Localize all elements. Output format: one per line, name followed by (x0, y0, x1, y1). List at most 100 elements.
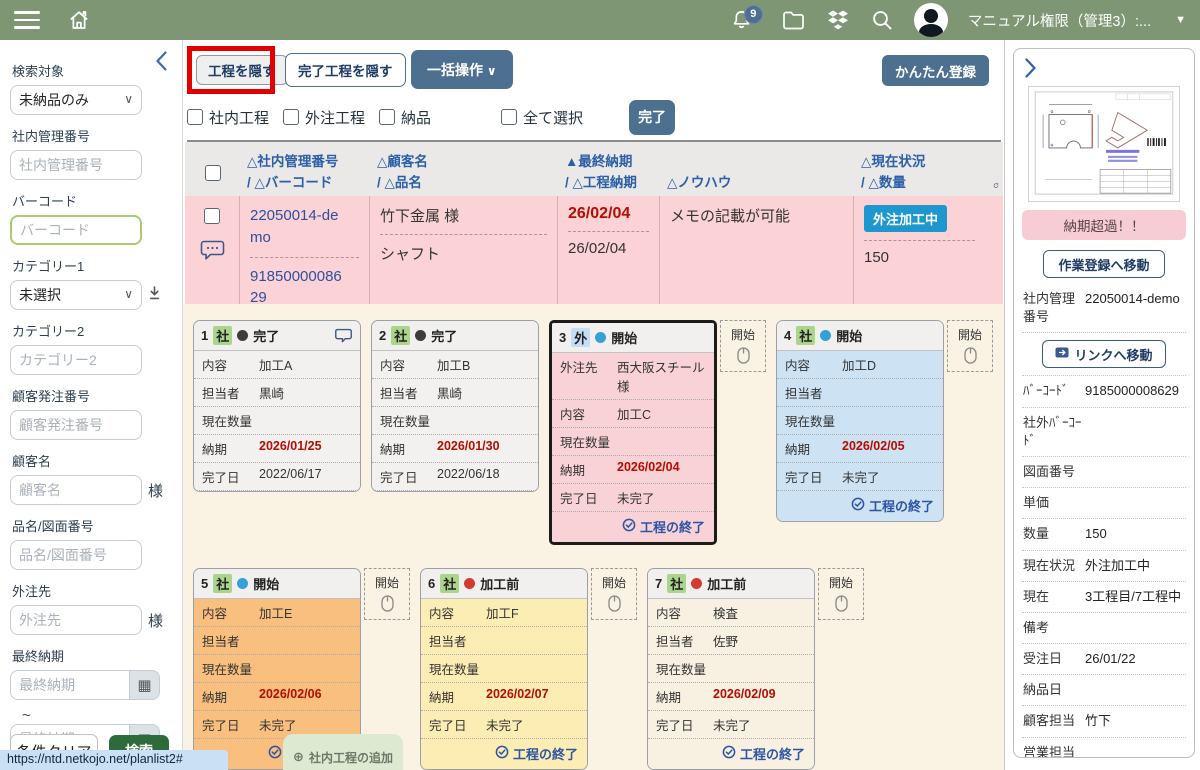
end-process-label: 工程の終了 (513, 744, 578, 763)
start-process-button[interactable]: 開始 (364, 568, 410, 620)
card-field-value: 加工A (259, 355, 352, 374)
detail-value (1085, 619, 1185, 637)
easy-register-button[interactable]: かんたん登録 (882, 55, 989, 86)
home-icon[interactable] (66, 7, 92, 33)
input-suffix-label: 様 (148, 610, 163, 631)
barcode-link[interactable]: 9185000008629 (250, 266, 346, 310)
column-header-customer[interactable]: △顧客名/ △品名 (369, 142, 557, 202)
card-field-value (486, 659, 579, 678)
field-label: バーコード (12, 191, 172, 210)
end-process-link[interactable]: 工程の終了 (777, 491, 943, 521)
user-role-label: マニュアル権限（管理3）:... (968, 10, 1151, 31)
filter-input[interactable] (10, 410, 142, 440)
notifications-bell-icon[interactable]: 9 (730, 9, 753, 32)
card-field-row: 現在数量 (552, 428, 714, 456)
card-field-value: 2026/02/04 (617, 460, 706, 479)
field-row (10, 540, 172, 570)
calendar-icon[interactable]: ▦ (130, 670, 160, 700)
hide-process-button[interactable]: 工程を隠す (196, 55, 288, 85)
checkbox-internal-process[interactable]: 社内工程 (187, 107, 269, 128)
process-card-6[interactable]: 6社加工前内容加工F担当者現在数量納期2026/02/07完了日未完了工程の終了 (420, 568, 588, 770)
menu-icon[interactable] (14, 11, 40, 28)
start-process-button[interactable]: 開始 (591, 568, 637, 620)
folder-icon[interactable] (781, 9, 806, 31)
card-field-label: 完了日 (380, 467, 437, 486)
process-card-4[interactable]: 4社開始内容加工D担当者現在数量納期2026/02/05完了日未完了工程の終了 (776, 320, 944, 522)
expand-down-icon[interactable] (148, 286, 161, 305)
mouse-icon (964, 347, 977, 367)
start-process-button[interactable]: 開始 (947, 320, 993, 372)
process-card-7[interactable]: 7社加工前内容検査担当者佐野現在数量納期2026/02/09完了日未完了工程の終… (647, 568, 815, 770)
checkbox-select-all[interactable]: 全て選択 (501, 107, 583, 128)
internal-tag: 社 (391, 326, 410, 345)
filter-select[interactable]: 未納品のみ (10, 85, 142, 115)
refresh-icon[interactable] (985, 142, 1005, 202)
detail-label: 受注日 (1023, 650, 1085, 668)
filter-input[interactable] (10, 475, 142, 505)
go-to-work-register-button[interactable]: 作業登録へ移動 (1043, 250, 1165, 278)
dropbox-icon[interactable] (826, 9, 850, 31)
process-card-1[interactable]: 1社完了内容加工A担当者黒崎現在数量納期2026/01/25完了日2022/06… (193, 320, 361, 492)
card-field-label: 担当者 (656, 631, 713, 650)
comment-bubble-icon[interactable] (334, 327, 353, 344)
search-filter-sidebar: 検索対象未納品のみ∨社内管理番号バーコードカテゴリー1未選択∨カテゴリー2顧客発… (0, 40, 183, 770)
column-header-status[interactable]: △現在状況/ △数量 (853, 142, 985, 202)
checkbox-delivery[interactable]: 納品 (379, 107, 431, 128)
filter-input[interactable] (10, 605, 142, 635)
card-field-value: 加工B (437, 355, 530, 374)
process-card-2[interactable]: 2社完了内容加工B担当者黒崎現在数量納期2026/01/30完了日2022/06… (371, 320, 539, 492)
process-number: 6 (428, 576, 435, 591)
filter-input[interactable] (10, 215, 142, 245)
internal-tag: 社 (667, 574, 686, 593)
filter-select[interactable]: 未選択 (10, 280, 142, 310)
detail-value (1085, 463, 1185, 481)
process-card-unit: 6社加工前内容加工F担当者現在数量納期2026/02/07完了日未完了工程の終了… (420, 568, 637, 770)
status-dot (691, 578, 702, 589)
comment-bubble-icon[interactable] (199, 238, 226, 266)
expand-panel-icon[interactable] (1024, 57, 1186, 84)
complete-button[interactable]: 完了 (629, 100, 675, 135)
filter-input[interactable] (10, 345, 142, 375)
chevron-down-icon[interactable]: ▼ (1175, 14, 1186, 26)
filter-input[interactable] (10, 150, 142, 180)
card-field-label: 完了日 (656, 715, 713, 734)
column-header-due[interactable]: ▲最終納期/ △工程納期 (557, 142, 659, 202)
table-row[interactable]: 22050014-demo 9185000008629 竹下金属 様 シャフト … (185, 196, 1003, 318)
checkbox-external-process[interactable]: 外注工程 (283, 107, 365, 128)
card-field-row: 担当者 (421, 627, 587, 655)
process-card-3[interactable]: 3外開始外注先西大阪スチール様内容加工C現在数量納期2026/02/04完了日未… (549, 320, 717, 545)
detail-row: 備考 (1022, 613, 1186, 644)
process-card-body: 内容加工F担当者現在数量納期2026/02/07完了日未完了工程の終了 (421, 599, 587, 769)
end-process-link[interactable]: 工程の終了 (421, 739, 587, 769)
start-process-button[interactable]: 開始 (818, 568, 864, 620)
column-header-knowhow[interactable]: △ノウハウ (659, 142, 853, 202)
product-name: シャフト (380, 243, 547, 264)
row-checkbox[interactable] (204, 208, 220, 224)
filter-input[interactable] (10, 540, 142, 570)
range-separator: ~ (22, 707, 172, 724)
date-input[interactable] (10, 670, 130, 700)
add-internal-process-button[interactable]: ⊕ 社内工程の追加 (283, 734, 403, 770)
process-card-header: 7社加工前 (648, 569, 814, 599)
column-header-id[interactable]: △社内管理番号/ △バーコード (239, 142, 369, 202)
hide-completed-process-button[interactable]: 完了工程を隠す (285, 53, 406, 87)
collapse-sidebar-icon[interactable] (155, 50, 168, 77)
process-card-unit: 4社開始内容加工D担当者現在数量納期2026/02/05完了日未完了工程の終了開… (776, 320, 993, 522)
card-field-label: 現在数量 (656, 659, 713, 678)
user-avatar[interactable] (914, 3, 948, 37)
card-field-label: 完了日 (560, 488, 617, 507)
end-process-link[interactable]: 工程の終了 (552, 512, 714, 542)
start-process-button[interactable]: 開始 (720, 320, 766, 372)
start-label: 開始 (829, 574, 853, 591)
card-field-value: 未完了 (713, 715, 806, 734)
management-number-link[interactable]: 22050014-demo (250, 205, 346, 249)
end-process-link[interactable]: 工程の終了 (648, 739, 814, 769)
search-icon[interactable] (870, 8, 894, 32)
go-to-link-button[interactable]: リンクへ移動 (1042, 340, 1165, 368)
bulk-action-button[interactable]: 一括操作 ∨ (411, 50, 513, 89)
card-field-label: 完了日 (202, 715, 259, 734)
header-checkbox[interactable] (205, 165, 221, 181)
status-dot (464, 578, 475, 589)
detail-value: 外注加工中 (1085, 557, 1185, 575)
drawing-thumbnail[interactable] (1028, 86, 1180, 202)
